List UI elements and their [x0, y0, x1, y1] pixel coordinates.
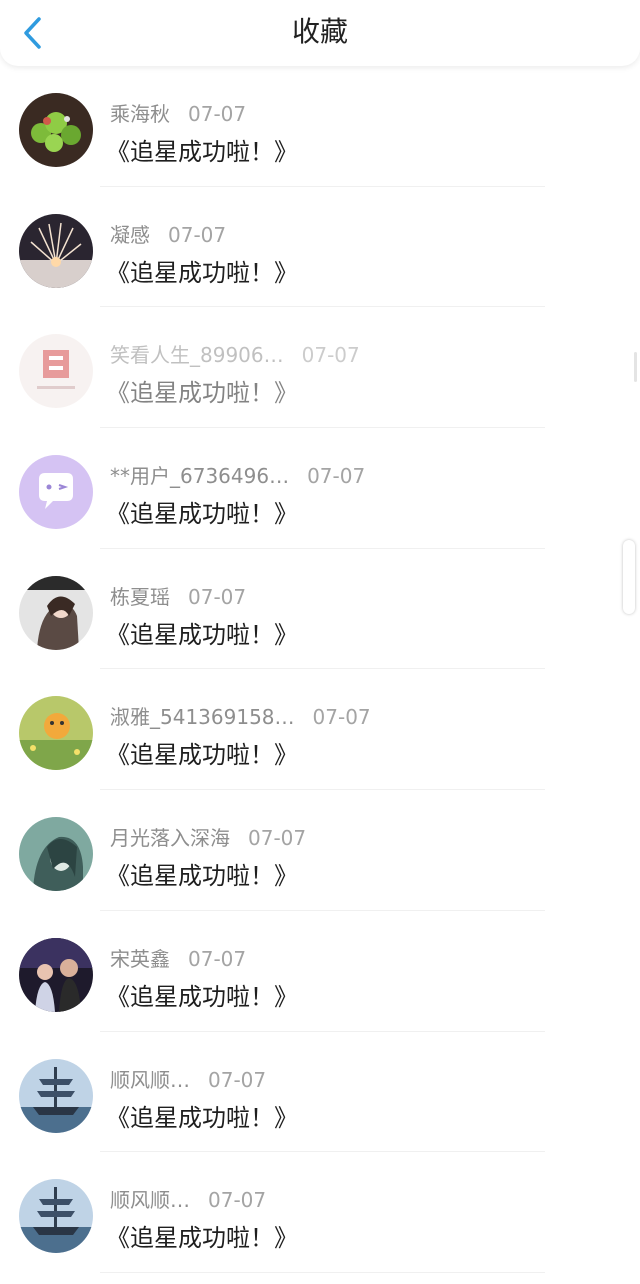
scrollbar-thumb[interactable]	[623, 540, 635, 614]
user-name: 宋英鑫	[110, 946, 170, 971]
post-date: 07-07	[188, 102, 247, 126]
post-date: 07-07	[188, 946, 247, 971]
top-bar: 收藏	[0, 0, 640, 66]
message-text: 《追星成功啦！》	[106, 1224, 298, 1253]
user-name: 顺风顺…	[110, 1067, 190, 1092]
message-text: 《追星成功啦！》	[106, 982, 298, 1011]
avatar[interactable]	[19, 93, 93, 167]
list-item[interactable]: **用户_6736496… 07-07 《追星成功啦！》	[0, 428, 640, 549]
user-name: 乘海秋	[110, 102, 170, 126]
message-text: 《追星成功啦！》	[106, 1103, 298, 1132]
avatar[interactable]	[19, 334, 93, 409]
user-name: **用户_6736496…	[110, 464, 290, 489]
list-item[interactable]: 顺风顺… 07-07 《追星成功啦！》	[0, 1152, 640, 1273]
post-date: 07-07	[188, 584, 247, 609]
list-item[interactable]: 月光落入深海 07-07 《追星成功啦！》	[0, 790, 640, 911]
divider	[100, 1271, 545, 1273]
message-text: 《追星成功啦！》	[106, 138, 298, 166]
post-date: 07-07	[208, 1188, 267, 1213]
avatar[interactable]	[19, 213, 93, 288]
list-item[interactable]: 顺风顺… 07-07 《追星成功啦！》	[0, 1032, 640, 1153]
post-date: 07-07	[301, 343, 360, 368]
message-text: 《追星成功啦！》	[106, 741, 298, 770]
list-item[interactable]: 栋夏瑶 07-07 《追星成功啦！》	[0, 549, 640, 670]
message-text: 《追星成功啦！》	[106, 379, 298, 408]
avatar[interactable]	[19, 575, 93, 650]
avatar[interactable]	[19, 817, 93, 892]
post-date: 07-07	[168, 222, 227, 247]
avatar[interactable]	[19, 696, 93, 771]
list-item[interactable]: 宋英鑫 07-07 《追星成功啦！》	[0, 911, 640, 1032]
list-item[interactable]: 凝感 07-07 《追星成功啦！》	[0, 187, 640, 308]
post-date: 07-07	[312, 705, 371, 730]
message-text: 《追星成功啦！》	[106, 500, 298, 529]
page-title: 收藏	[291, 15, 348, 48]
message-text: 《追星成功啦！》	[106, 620, 298, 649]
user-name: 顺风顺…	[110, 1188, 190, 1213]
user-name: 淑雅_541369158…	[110, 705, 295, 730]
user-name: 凝感	[110, 222, 150, 247]
list-item[interactable]: 淑雅_541369158… 07-07 《追星成功啦！》	[0, 669, 640, 791]
message-text: 《追星成功啦！》	[106, 862, 298, 891]
user-name: 月光落入深海	[110, 826, 230, 851]
user-name: 笑看人生_89906…	[110, 343, 284, 368]
post-date: 07-07	[248, 826, 307, 851]
list-item[interactable]: 笑看人生_89906… 07-07 《追星成功啦！》	[0, 307, 640, 429]
avatar[interactable]	[19, 1058, 93, 1133]
user-name: 栋夏瑶	[110, 584, 170, 609]
message-text: 《追星成功啦！》	[106, 258, 298, 287]
post-date: 07-07	[307, 464, 366, 489]
edge-indicator	[634, 352, 637, 382]
list-item[interactable]: 乘海秋 07-07 《追星成功啦！》	[0, 66, 640, 187]
avatar[interactable]	[19, 1179, 93, 1254]
avatar[interactable]	[19, 455, 93, 530]
avatar[interactable]	[19, 937, 93, 1012]
post-date: 07-07	[208, 1067, 267, 1092]
favorites-list: 乘海秋 07-07 《追星成功啦！》 凝感 07-07 《追星成功啦！》 笑看人…	[0, 66, 640, 1273]
